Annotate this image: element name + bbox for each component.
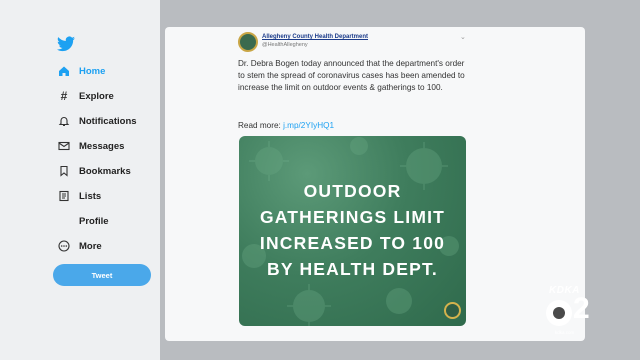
promo-line: BY HEALTH DEPT. bbox=[267, 259, 438, 279]
promo-line: OUTDOOR bbox=[303, 181, 402, 201]
sidebar-item-notifications[interactable]: Notifications bbox=[57, 110, 137, 132]
sidebar-item-label: Explore bbox=[79, 90, 114, 102]
sidebar-item-more[interactable]: More bbox=[57, 235, 102, 257]
promo-line: INCREASED TO 100 bbox=[259, 233, 446, 253]
sidebar: Home # Explore Notifications Messages Bo… bbox=[0, 0, 160, 360]
sidebar-item-home[interactable]: Home bbox=[57, 60, 105, 82]
bell-icon bbox=[57, 114, 71, 128]
chevron-down-icon[interactable]: ⌄ bbox=[460, 33, 466, 41]
sidebar-item-profile[interactable]: Profile bbox=[57, 210, 109, 232]
tweet-text: Dr. Debra Bogen today announced that the… bbox=[238, 59, 465, 92]
sidebar-item-label: Bookmarks bbox=[79, 165, 131, 177]
sidebar-item-label: Lists bbox=[79, 190, 102, 202]
sidebar-item-bookmarks[interactable]: Bookmarks bbox=[57, 160, 131, 182]
sidebar-item-label: Messages bbox=[79, 140, 125, 152]
account-name[interactable]: Allegheny County Health Department bbox=[262, 34, 368, 40]
tweet-image[interactable]: OUTDOOR GATHERINGS LIMIT INCREASED TO 10… bbox=[239, 136, 466, 326]
bookmark-icon bbox=[57, 164, 71, 178]
person-icon bbox=[57, 214, 71, 228]
avatar[interactable] bbox=[238, 32, 258, 52]
list-icon bbox=[57, 189, 71, 203]
county-seal bbox=[444, 302, 461, 319]
station-website: kdka.com bbox=[555, 330, 575, 335]
channel-number: 2 bbox=[573, 292, 590, 325]
read-more-label: Read more: bbox=[238, 121, 281, 130]
promo-line: GATHERINGS LIMIT bbox=[259, 207, 446, 227]
hashtag-icon: # bbox=[60, 89, 68, 103]
tweet-button[interactable]: Tweet bbox=[53, 264, 151, 286]
sidebar-item-explore[interactable]: # Explore bbox=[57, 85, 114, 107]
envelope-icon bbox=[57, 139, 71, 153]
sidebar-item-label: Profile bbox=[79, 215, 109, 227]
sidebar-item-label: More bbox=[79, 240, 102, 252]
more-icon bbox=[57, 239, 71, 253]
tweet-link[interactable]: j.mp/2YIyHQ1 bbox=[283, 121, 334, 130]
read-more: Read more: j.mp/2YIyHQ1 bbox=[238, 121, 334, 130]
promo-headline: OUTDOOR GATHERINGS LIMIT INCREASED TO 10… bbox=[239, 178, 466, 282]
cbs-eye-icon bbox=[546, 300, 572, 326]
sidebar-item-label: Notifications bbox=[79, 115, 137, 127]
sidebar-item-lists[interactable]: Lists bbox=[57, 185, 101, 207]
account-handle: @HealthAllegheny bbox=[262, 42, 308, 48]
twitter-bird-icon[interactable] bbox=[57, 36, 75, 52]
home-icon bbox=[57, 64, 71, 78]
sidebar-item-label: Home bbox=[79, 65, 106, 77]
sidebar-item-messages[interactable]: Messages bbox=[57, 135, 124, 157]
